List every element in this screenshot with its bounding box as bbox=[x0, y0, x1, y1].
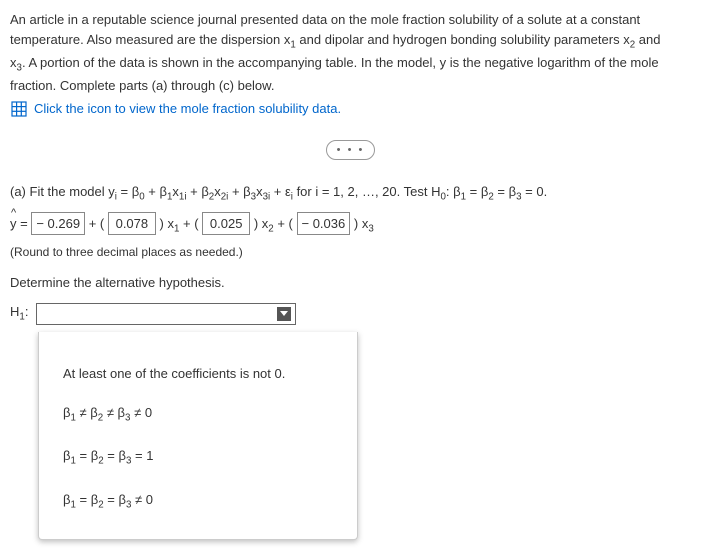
eq0: = 0. bbox=[522, 184, 548, 199]
fitted-equation: y = − 0.269 + ( 0.078 ) x1 + ( 0.025 ) x… bbox=[10, 212, 691, 237]
h1-dropdown[interactable] bbox=[36, 303, 296, 325]
plus-b3: + β bbox=[228, 184, 250, 199]
coef-b0-input[interactable]: − 0.269 bbox=[31, 212, 85, 236]
ellipsis-divider: • • • bbox=[10, 139, 691, 161]
rp1: ) x bbox=[160, 216, 174, 231]
ellipsis-pill[interactable]: • • • bbox=[326, 140, 376, 161]
fs2: 2 bbox=[268, 223, 273, 234]
fs1: 1 bbox=[174, 223, 179, 234]
rounding-hint: (Round to three decimal places as needed… bbox=[10, 243, 691, 261]
option-all-neq-0[interactable]: β1 ≠ β2 ≠ β3 ≠ 0 bbox=[59, 393, 337, 436]
h1-label: H1: bbox=[10, 302, 28, 325]
h1-post: : bbox=[25, 304, 29, 319]
eq-text: = β bbox=[117, 184, 139, 199]
sub-x1i: 1i bbox=[179, 192, 187, 203]
h1-pre: H bbox=[10, 304, 19, 319]
h1-row: H1: bbox=[10, 302, 691, 325]
plus1: + ( bbox=[89, 216, 105, 231]
data-link-text[interactable]: Click the icon to view the mole fraction… bbox=[34, 99, 341, 119]
coef-b1-input[interactable]: 0.078 bbox=[108, 212, 156, 236]
yhat-eq: = bbox=[17, 216, 32, 231]
part-a-label: (a) Fit the model y bbox=[10, 184, 115, 199]
plus3: + ( bbox=[277, 216, 293, 231]
plus2: + ( bbox=[183, 216, 199, 231]
plus-b2: + β bbox=[187, 184, 209, 199]
alt-hyp-label: Determine the alternative hypothesis. bbox=[10, 273, 691, 293]
intro-text-2: and dipolar and hydrogen bonding solubil… bbox=[296, 32, 630, 47]
option-all-eq-neq0[interactable]: β1 = β2 = β3 ≠ 0 bbox=[59, 480, 337, 523]
data-link-row[interactable]: Click the icon to view the mole fraction… bbox=[10, 99, 691, 119]
coef-b2-input[interactable]: 0.025 bbox=[202, 212, 250, 236]
intro-text-5: . A portion of the data is shown in the … bbox=[10, 55, 659, 93]
option-at-least-one[interactable]: At least one of the coefficients is not … bbox=[59, 354, 337, 394]
intro-text-3: and bbox=[635, 32, 660, 47]
rp2: ) x bbox=[254, 216, 268, 231]
rp3: ) x bbox=[354, 216, 368, 231]
chevron-down-icon[interactable] bbox=[277, 307, 291, 321]
part-a-prompt: (a) Fit the model yi = β0 + β1x1i + β2x2… bbox=[10, 182, 691, 205]
y-hat: y bbox=[10, 214, 17, 234]
h1-dropdown-panel: At least one of the coefficients is not … bbox=[38, 332, 358, 540]
for-i: for i = 1, 2, …, 20. Test H bbox=[293, 184, 441, 199]
problem-intro: An article in a reputable science journa… bbox=[10, 10, 691, 95]
option-all-eq-1[interactable]: β1 = β2 = β3 = 1 bbox=[59, 436, 337, 479]
table-icon[interactable] bbox=[10, 100, 28, 118]
colon-b: : β bbox=[446, 184, 461, 199]
eps: + ε bbox=[270, 184, 291, 199]
coef-b3-input[interactable]: − 0.036 bbox=[297, 212, 351, 236]
fs3: 3 bbox=[368, 223, 373, 234]
plus-b1: + β bbox=[145, 184, 167, 199]
